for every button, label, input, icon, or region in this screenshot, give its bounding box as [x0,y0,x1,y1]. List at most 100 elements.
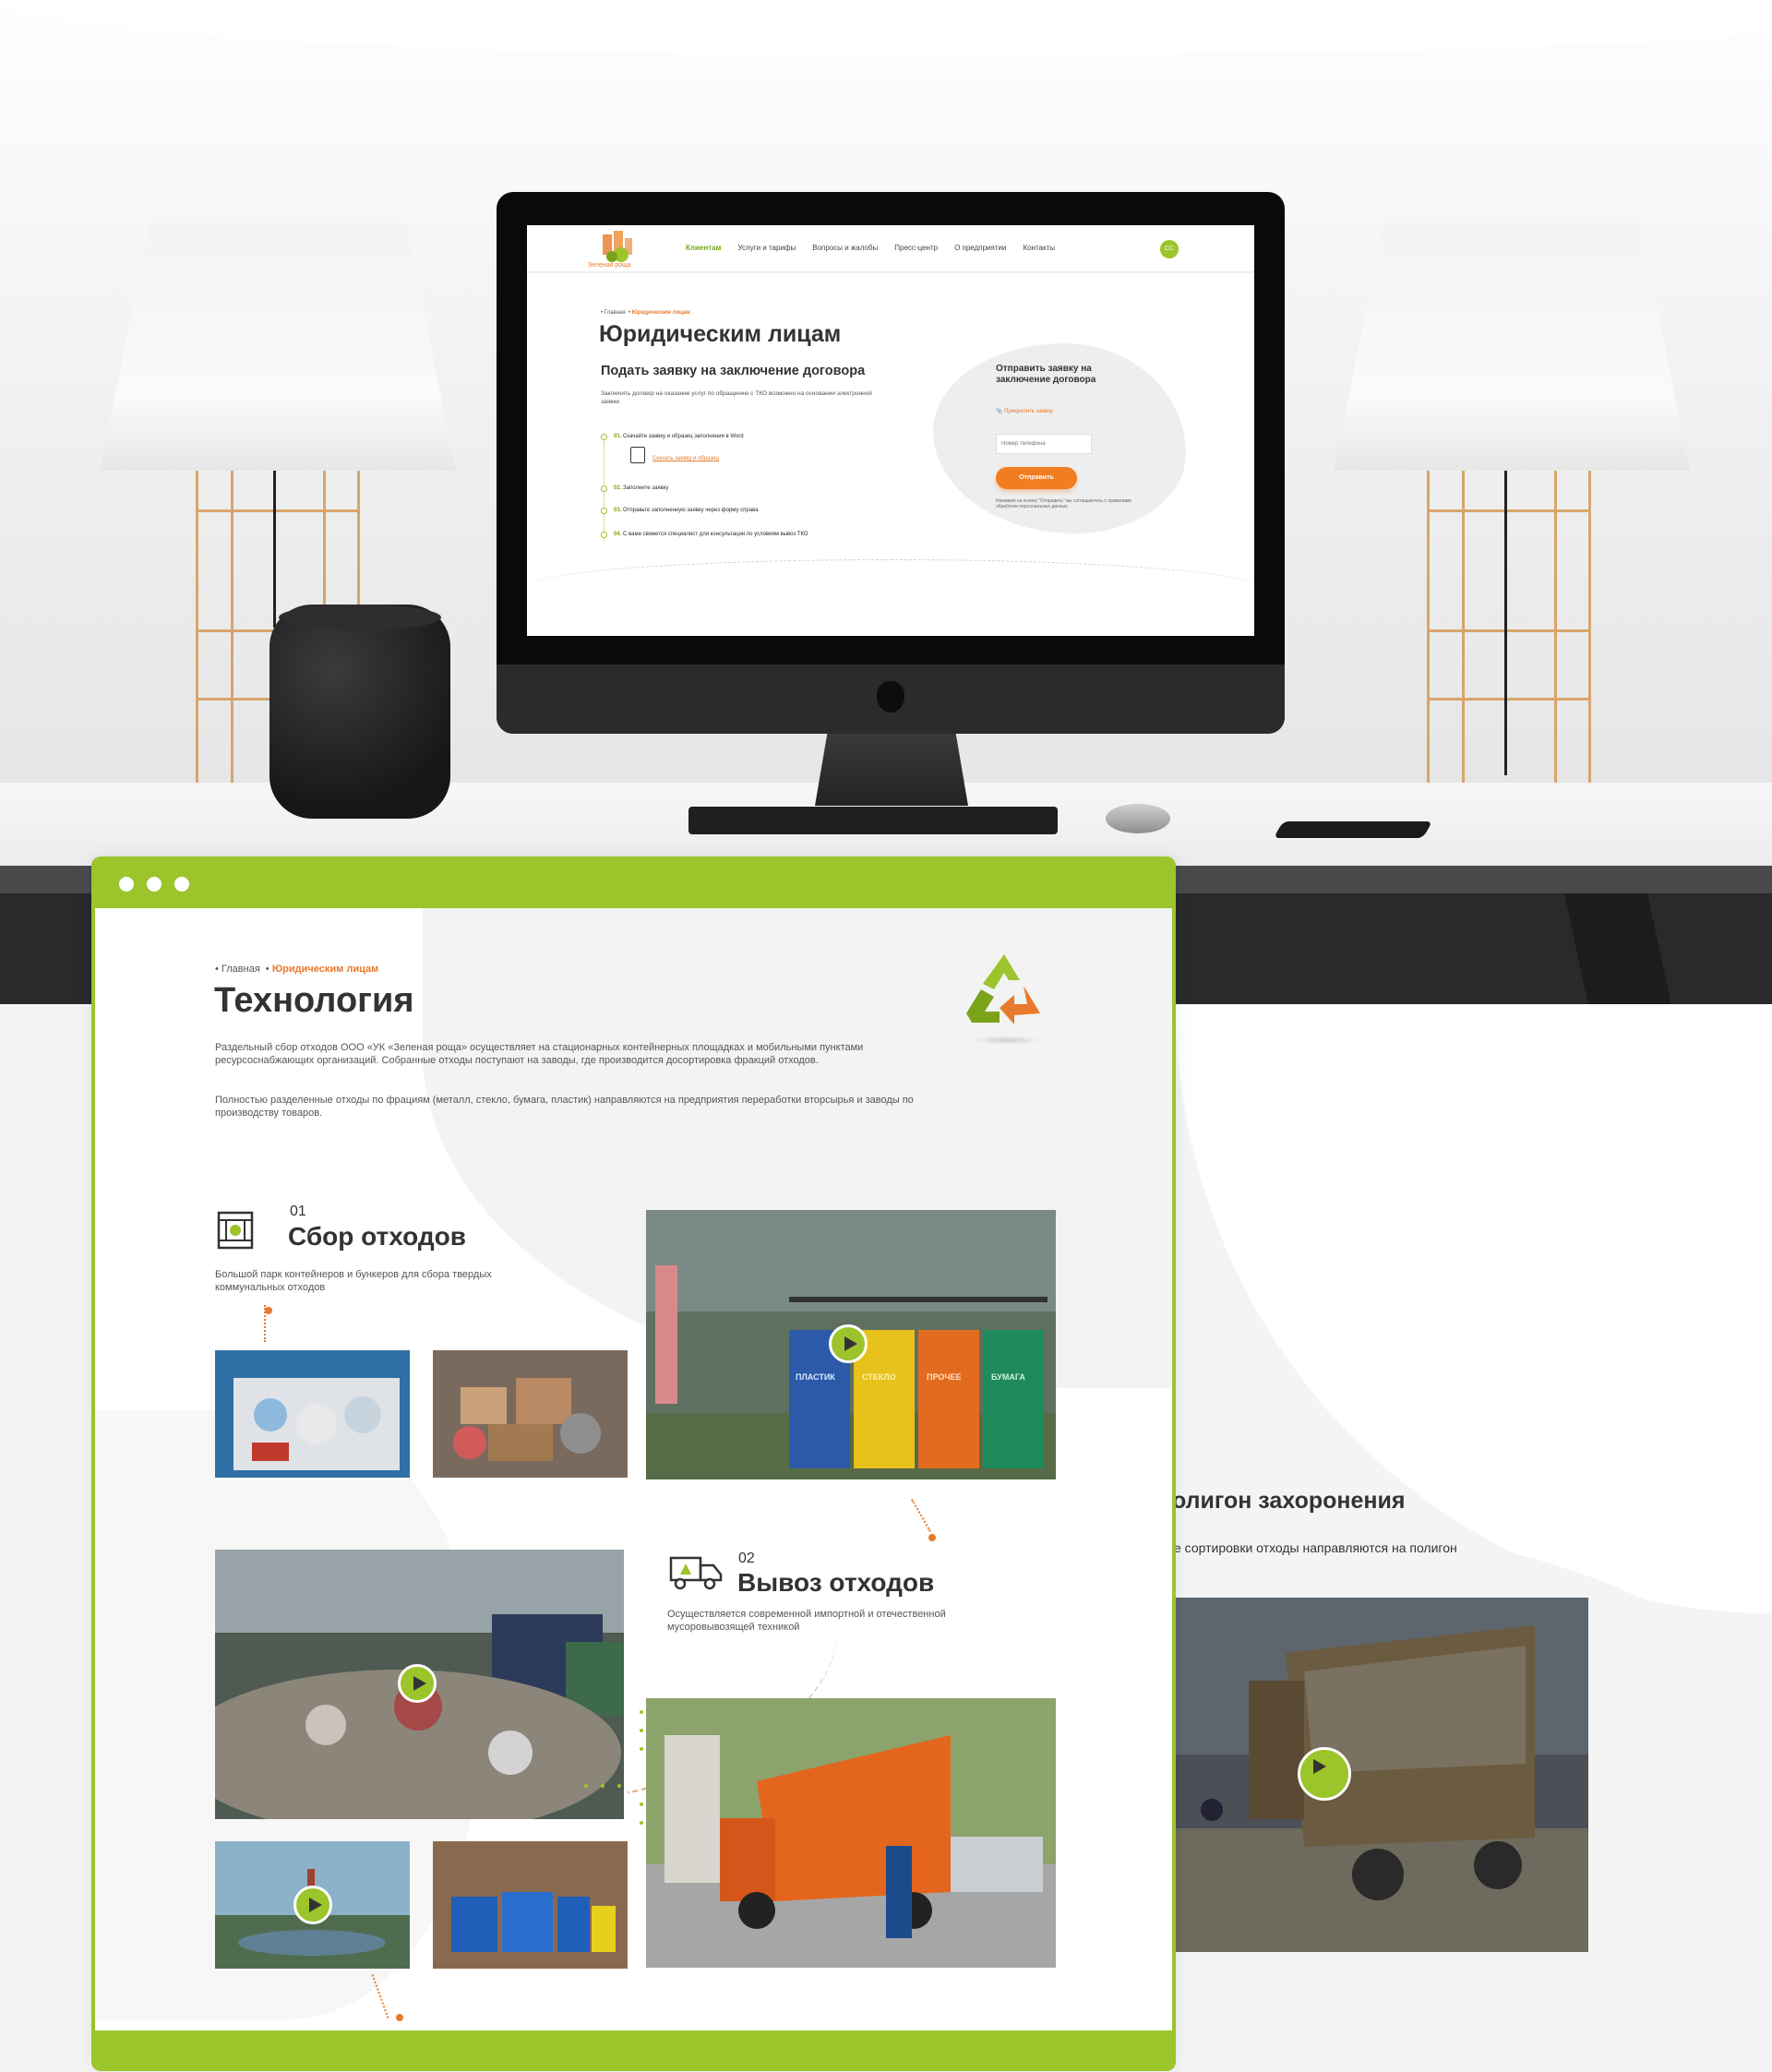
smartphone [1273,821,1433,838]
play-icon[interactable] [829,1324,868,1363]
right-lamp-ring [1427,698,1591,701]
breadcrumb-home[interactable]: Главная [605,310,626,316]
bin-label-plastic: ПЛАСТИК [796,1372,835,1382]
right-lamp-shade [1334,223,1690,471]
menu-item-questions[interactable]: Вопросы и жалобы [812,244,878,252]
step-3-num: 03. [614,508,622,513]
decorative-dashed-line [527,559,1254,587]
recycle-icon-shadow [972,1036,1042,1045]
blue-containers-photo[interactable] [433,1841,628,1969]
window-control-dot[interactable] [147,877,162,892]
left-lamp-shade [100,223,456,471]
play-icon[interactable] [1298,1747,1351,1801]
landfill-video-thumbnail[interactable] [1175,1598,1588,1952]
intro-paragraph-1: Раздельный сбор отходов ООО «УК «Зеленая… [215,1042,864,1066]
submit-button[interactable]: Отправить [996,467,1077,489]
imac-stand [815,734,968,806]
bin-label-paper: БУМАГА [991,1372,1025,1382]
recycling-bins-video-thumbnail[interactable]: ПЛАСТИК СТЕКЛО ПРОЧЕЕ БУМАГА [646,1210,1056,1479]
browser-titlebar [95,856,1172,908]
container-photo[interactable] [215,1350,410,1478]
smart-speaker [269,605,450,819]
decorative-dot [265,1307,272,1314]
window-control-dot[interactable] [174,877,189,892]
step-2-num: 02. [614,485,622,491]
landfill-section-desc: е сортировки отходы направляются на поли… [1174,1540,1457,1555]
decorative-dot [601,1784,605,1788]
garbage-tractor-video-thumbnail[interactable] [215,1550,624,1819]
attach-file-link[interactable]: 📎 Прикрепить заявку [996,408,1053,414]
menu-item-about[interactable]: О предприятии [954,244,1006,252]
bin-label-glass: СТЕКЛО [862,1372,896,1382]
right-lamp-cage [1427,471,1591,794]
right-lamp-bar [1554,471,1557,794]
window-control-dot[interactable] [119,877,134,892]
smart-speaker-top [279,605,441,630]
play-icon[interactable] [398,1664,437,1703]
menu-item-contacts[interactable]: Контакты [1023,244,1055,252]
attach-file-label: Прикрепить заявку [1004,409,1053,414]
left-lamp-bar [231,471,233,794]
breadcrumb-current: Юридическим лицам [631,310,690,316]
left-lamp-ring [196,509,360,512]
decorative-dotted-line [911,1499,931,1532]
step-4: 04. С вами свяжется специалист для консу… [614,532,808,537]
right-lamp-cord [1504,471,1507,775]
decorative-dot [640,1710,643,1714]
page-title: Технология [214,981,414,1020]
breadcrumb: • Главная • Юридическим лицам [215,964,379,975]
step-marker [601,508,607,514]
right-lamp-ring [1427,629,1591,632]
step-1: 01. Скачайте заявку и образец заполнения… [614,434,744,439]
browser-footer-bar [95,2030,1172,2067]
garbage-truck-photo[interactable] [646,1698,1056,1968]
page-title: Юридическим лицам [599,321,842,347]
decorative-dot [396,2014,403,2021]
decorative-dot [617,1784,621,1788]
play-icon[interactable] [293,1886,332,1924]
bin-label-other: ПРОЧЕЕ [927,1372,962,1382]
menu-item-press[interactable]: Пресс-центр [894,244,938,252]
section-1-number: 01 [290,1204,306,1219]
landfill-photo [1175,1598,1588,1952]
menu-item-clients[interactable]: Клиентам [686,244,721,252]
garbage-pile-photo[interactable] [433,1350,628,1478]
breadcrumb: • Главная • Юридическим лицам [601,310,690,316]
power-station-video-thumbnail[interactable] [215,1841,410,1969]
menu-item-services[interactable]: Услуги и тарифы [737,244,796,252]
waste-container-icon [217,1211,254,1250]
step-1-num: 01. [614,434,622,439]
breadcrumb-home[interactable]: Главная [222,964,260,975]
garbage-pile-image [433,1350,628,1478]
download-link[interactable]: Скачать заявку и образец [653,456,719,461]
section-1-desc: Большой парк контейнеров и бункеров для … [215,1269,492,1293]
right-lamp-ring [1427,509,1591,512]
decorative-dot [640,1821,643,1825]
recycle-icon [966,954,1040,1024]
decorative-dot [640,1747,643,1751]
decorative-dot [640,1803,643,1806]
main-menu: Клиентам Услуги и тарифы Вопросы и жалоб… [686,244,1055,252]
decorative-dot [584,1784,588,1788]
container-image [215,1350,410,1478]
step-3-text: Отправьте заполненную заявку через форму… [623,508,759,513]
logo-text: Зеленая роща [588,262,631,269]
keyboard [688,807,1058,834]
garbage-truck-image [646,1698,1056,1968]
step-marker [601,434,607,440]
section-2-title: Вывоз отходов [737,1568,935,1597]
apple-logo-icon [877,681,904,713]
intro-text: Заключить договор на оказание услуг по о… [601,390,872,405]
blue-containers-image [433,1841,628,1969]
step-marker [601,485,607,492]
step-2-text: Заполните заявку [623,485,669,491]
consent-text: Нажимая на кнопку "Отправить" вы соглаша… [996,498,1131,509]
step-3: 03. Отправьте заполненную заявку через ф… [614,508,759,513]
garbage-truck-icon [669,1556,723,1590]
language-switch[interactable]: СС [1160,240,1179,258]
decorative-dot [928,1534,936,1541]
page-subtitle: Подать заявку на заключение договора [601,364,866,378]
browser-window: • Главная • Юридическим лицам Технология… [91,856,1176,2071]
phone-input[interactable] [996,434,1092,454]
breadcrumb-current: Юридическим лицам [271,964,379,975]
